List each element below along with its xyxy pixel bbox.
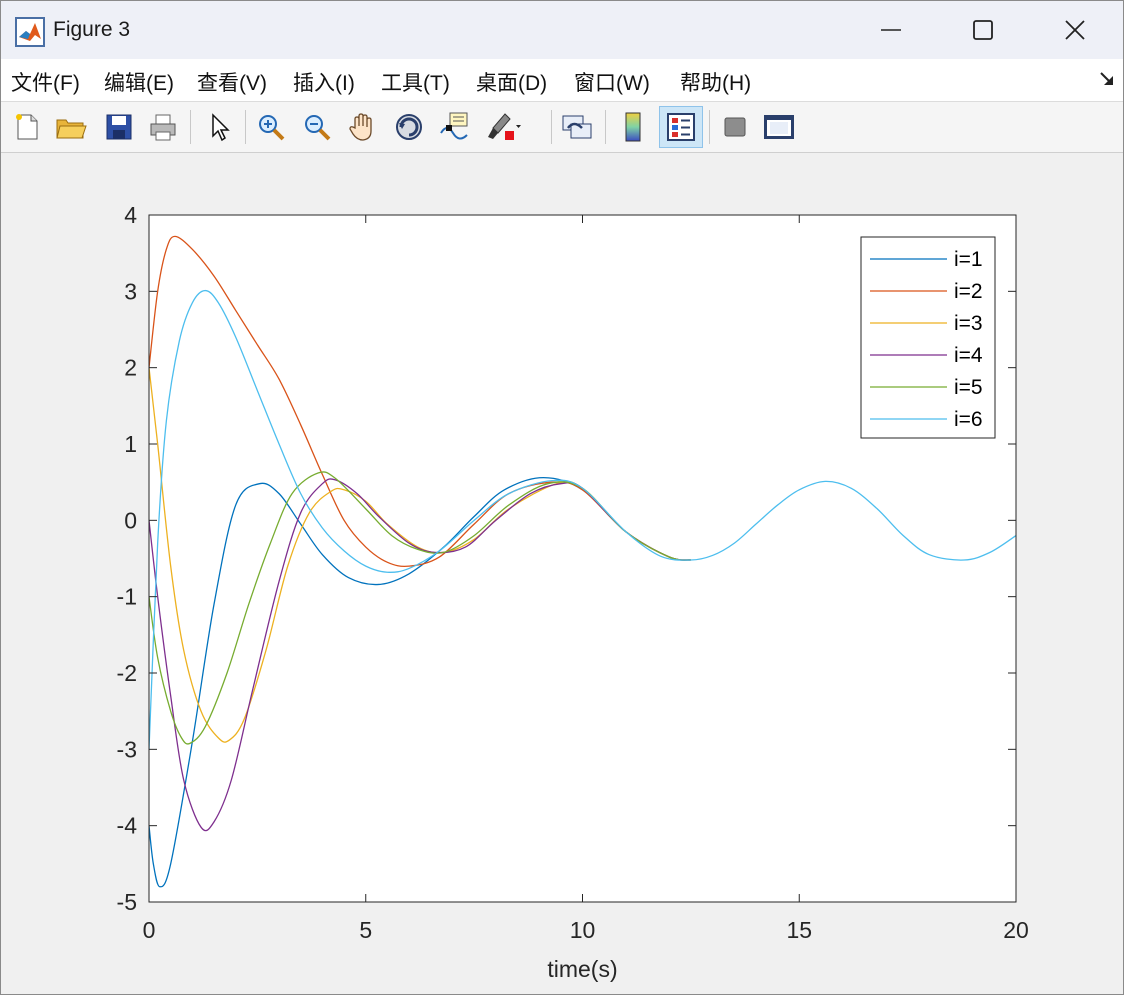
hide-plot-tools-icon <box>724 117 746 137</box>
print-icon <box>150 114 176 141</box>
figure-window: Figure 3 文件(F) 编辑(E) 查看(V) 插入(I) 工具(T) 桌… <box>0 0 1124 995</box>
menu-bar: 文件(F) 编辑(E) 查看(V) 插入(I) 工具(T) 桌面(D) 窗口(W… <box>1 59 1123 102</box>
show-plot-tools-icon <box>764 115 794 139</box>
show-plot-tools-button[interactable] <box>761 108 797 146</box>
line-chart: 0 5 10 15 2043210-1-2-3-4-5time(s)i=1i=2i=3i… <box>117 202 1029 982</box>
x-tick-label: 15 <box>786 917 812 943</box>
legend-icon <box>667 113 695 141</box>
edit-plot-button[interactable] <box>201 108 237 146</box>
link-plot-icon <box>562 115 592 139</box>
data-cursor-button[interactable] <box>437 108 473 146</box>
rotate-3d-button[interactable] <box>391 108 427 146</box>
legend-label-1: i=1 <box>954 248 983 271</box>
window-title: Figure 3 <box>53 18 131 41</box>
figure-canvas: 0 5 10 15 20 4 3 2 1 0 -1 -2 -3 -4 -5 time(s) i=1 i=2 i=3 i… <box>1 153 1123 994</box>
menu-view[interactable]: 查看(V) <box>197 67 267 97</box>
menu-file[interactable]: 文件(F) <box>11 67 80 97</box>
minimize-button[interactable] <box>845 1 937 59</box>
menu-window[interactable]: 窗口(W) <box>574 67 650 97</box>
hide-plot-tools-button[interactable] <box>717 108 753 146</box>
x-tick-label: 10 <box>570 917 596 943</box>
legend-label-3: i=3 <box>954 312 983 335</box>
y-tick-label: 2 <box>124 355 137 381</box>
y-tick-label: -1 <box>117 584 137 610</box>
colorbar-icon <box>625 112 641 142</box>
new-figure-icon <box>16 114 38 140</box>
x-tick-label: 20 <box>1003 917 1029 943</box>
pan-button[interactable] <box>345 108 381 146</box>
y-tick-label: 4 <box>124 202 137 228</box>
y-tick-label: -4 <box>117 813 138 839</box>
rotate-3d-icon <box>396 114 422 140</box>
maximize-button[interactable] <box>937 1 1029 59</box>
brush-button[interactable] <box>485 108 521 146</box>
matlab-icon <box>15 17 45 47</box>
open-file-button[interactable] <box>53 108 89 146</box>
zoom-in-icon <box>259 115 285 141</box>
x-tick-label: 0 <box>143 917 156 943</box>
dock-arrow-icon[interactable] <box>1099 71 1115 87</box>
y-tick-label: 1 <box>124 431 137 457</box>
x-axis-label: time(s) <box>547 956 617 982</box>
legend-label-6: i=6 <box>954 408 983 431</box>
menu-desktop[interactable]: 桌面(D) <box>476 67 547 97</box>
zoom-out-button[interactable] <box>299 108 335 146</box>
menu-tools[interactable]: 工具(T) <box>381 67 450 97</box>
pan-hand-icon <box>349 113 372 141</box>
colorbar-button[interactable] <box>615 108 651 146</box>
save-button[interactable] <box>101 108 137 146</box>
menu-help[interactable]: 帮助(H) <box>680 67 751 97</box>
legend-button[interactable] <box>659 106 703 148</box>
menu-insert[interactable]: 插入(I) <box>293 67 355 97</box>
x-tick-label: 5 <box>359 917 372 943</box>
legend-label-5: i=5 <box>954 376 983 399</box>
zoom-in-button[interactable] <box>253 108 289 146</box>
edit-plot-arrow-icon <box>212 113 230 142</box>
close-button[interactable] <box>1029 1 1121 59</box>
figure-toolbar <box>1 102 1123 153</box>
y-tick-label: 0 <box>124 507 137 533</box>
open-file-icon <box>56 119 87 139</box>
close-icon <box>1065 20 1085 40</box>
legend-label-2: i=2 <box>954 280 983 303</box>
menu-edit[interactable]: 编辑(E) <box>104 67 174 97</box>
zoom-out-icon <box>305 115 331 141</box>
link-plot-button[interactable] <box>559 108 595 146</box>
title-bar: Figure 3 <box>1 1 1123 59</box>
y-tick-label: -5 <box>117 889 137 915</box>
data-cursor-icon <box>440 112 468 140</box>
print-button[interactable] <box>145 108 181 146</box>
new-figure-button[interactable] <box>9 108 45 146</box>
brush-icon <box>488 113 521 140</box>
legend-label-4: i=4 <box>954 344 983 367</box>
maximize-icon <box>973 20 993 40</box>
y-tick-label: 3 <box>124 278 137 304</box>
y-tick-label: -3 <box>117 736 137 762</box>
save-icon <box>106 114 132 140</box>
minimize-icon <box>881 29 901 31</box>
y-tick-label: -2 <box>117 660 137 686</box>
